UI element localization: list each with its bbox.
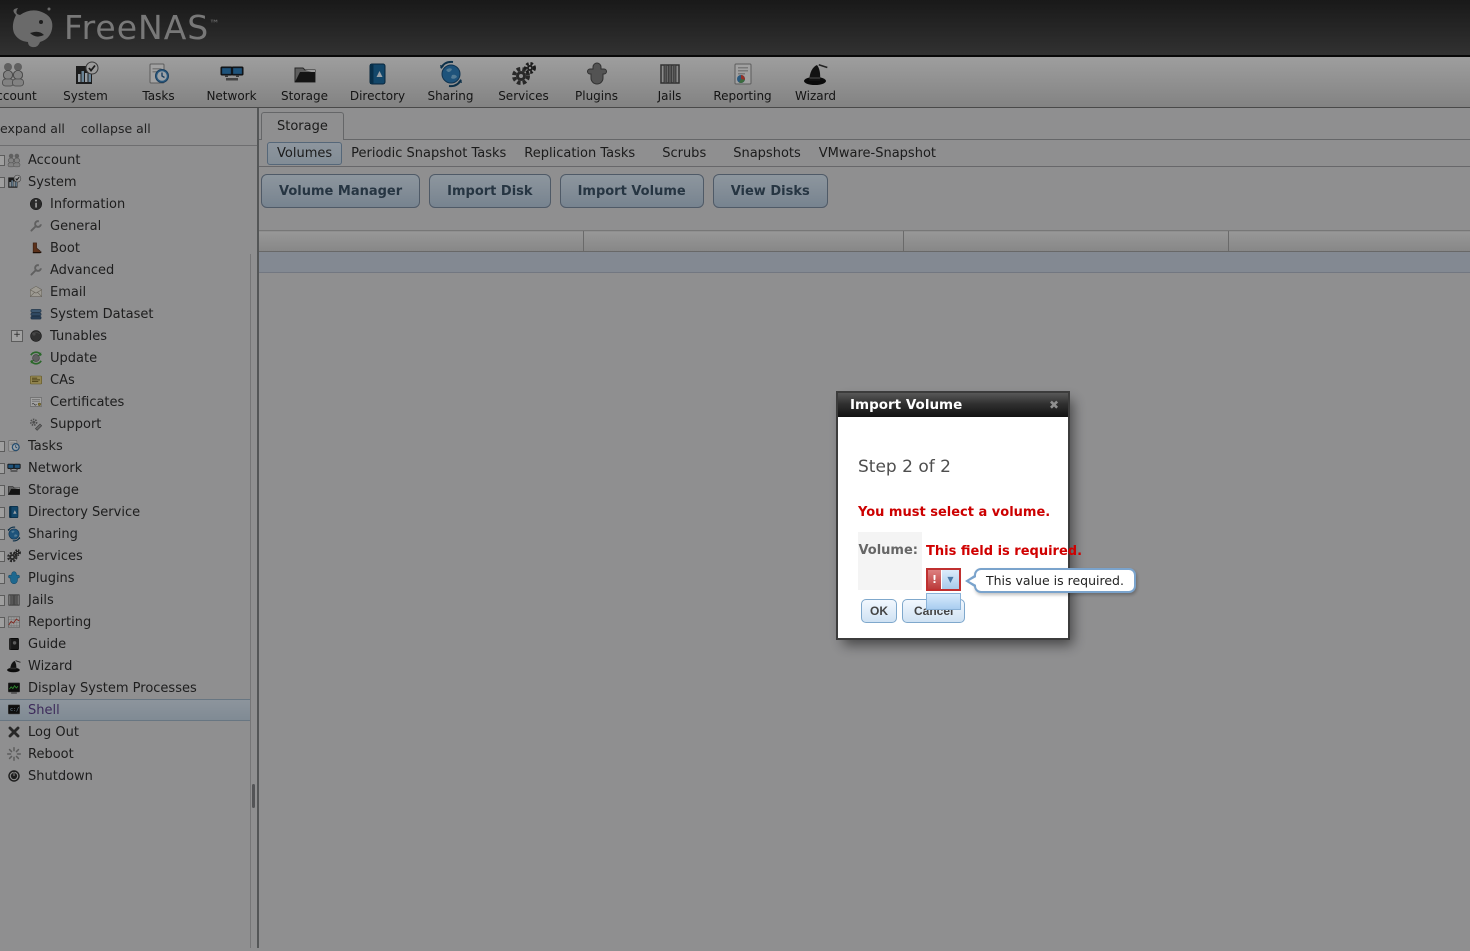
validation-tooltip: This value is required.: [965, 568, 1136, 593]
volume-field-label: Volume:: [858, 532, 922, 590]
dropdown-open-panel[interactable]: [926, 593, 961, 610]
validation-alert-icon: !: [928, 570, 941, 589]
import-volume-dialog: Import Volume ✖ Step 2 of 2 You must sel…: [838, 393, 1136, 638]
dialog-title: Import Volume: [850, 397, 963, 413]
close-icon[interactable]: ✖: [1049, 393, 1059, 417]
chevron-down-icon[interactable]: ▼: [942, 570, 959, 589]
form-error-message: You must select a volume.: [858, 505, 1051, 520]
volume-select-dropdown[interactable]: ! ▼: [926, 568, 961, 591]
dialog-title-bar[interactable]: Import Volume ✖: [838, 393, 1068, 417]
wizard-step-label: Step 2 of 2: [858, 457, 951, 477]
field-error-message: This field is required.: [926, 544, 1083, 559]
ok-button[interactable]: OK: [861, 599, 897, 623]
modal-overlay: [0, 0, 1470, 951]
dialog-body: Step 2 of 2 You must select a volume. Vo…: [838, 417, 1136, 638]
